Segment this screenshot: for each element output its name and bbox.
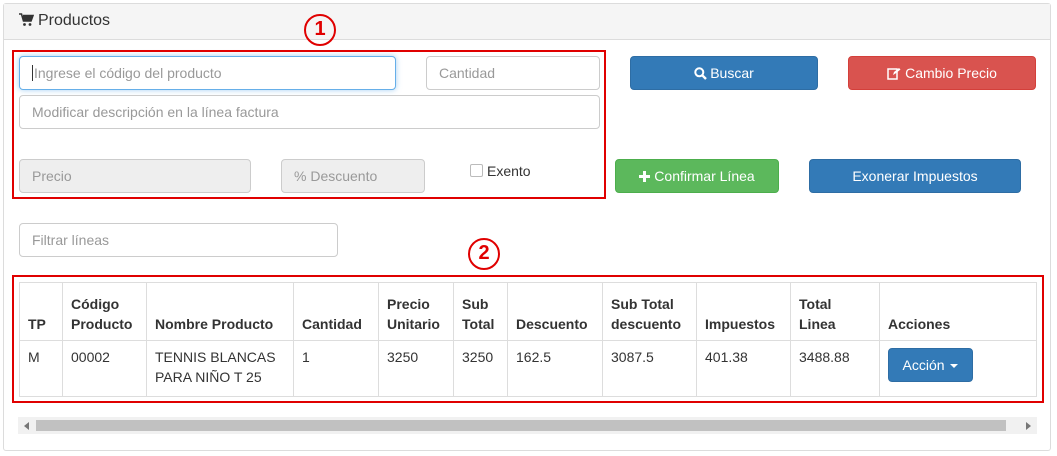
annotation-box-table [12,275,1044,403]
panel-heading: Productos [4,4,1050,40]
plus-icon [639,161,651,193]
scroll-right-icon[interactable] [1026,422,1031,430]
buscar-button[interactable]: Buscar [630,56,818,90]
annotation-box-form [12,50,606,199]
annotation-number-two: 2 [468,238,500,270]
exonerar-impuestos-button[interactable]: Exonerar Impuestos [809,159,1021,193]
confirmar-linea-button[interactable]: Confirmar Línea [615,159,779,193]
panel-title: Productos [38,12,111,29]
horizontal-scrollbar[interactable] [18,417,1037,434]
shopping-cart-icon [19,13,35,32]
annotation-number-one: 1 [304,14,336,46]
edit-icon [887,59,901,91]
scrollbar-thumb[interactable] [36,420,1006,431]
filtrar-lineas-input[interactable]: Filtrar líneas [19,223,338,257]
search-icon [694,59,708,91]
scroll-left-icon[interactable] [24,422,29,430]
cambio-precio-button[interactable]: Cambio Precio [848,56,1036,90]
